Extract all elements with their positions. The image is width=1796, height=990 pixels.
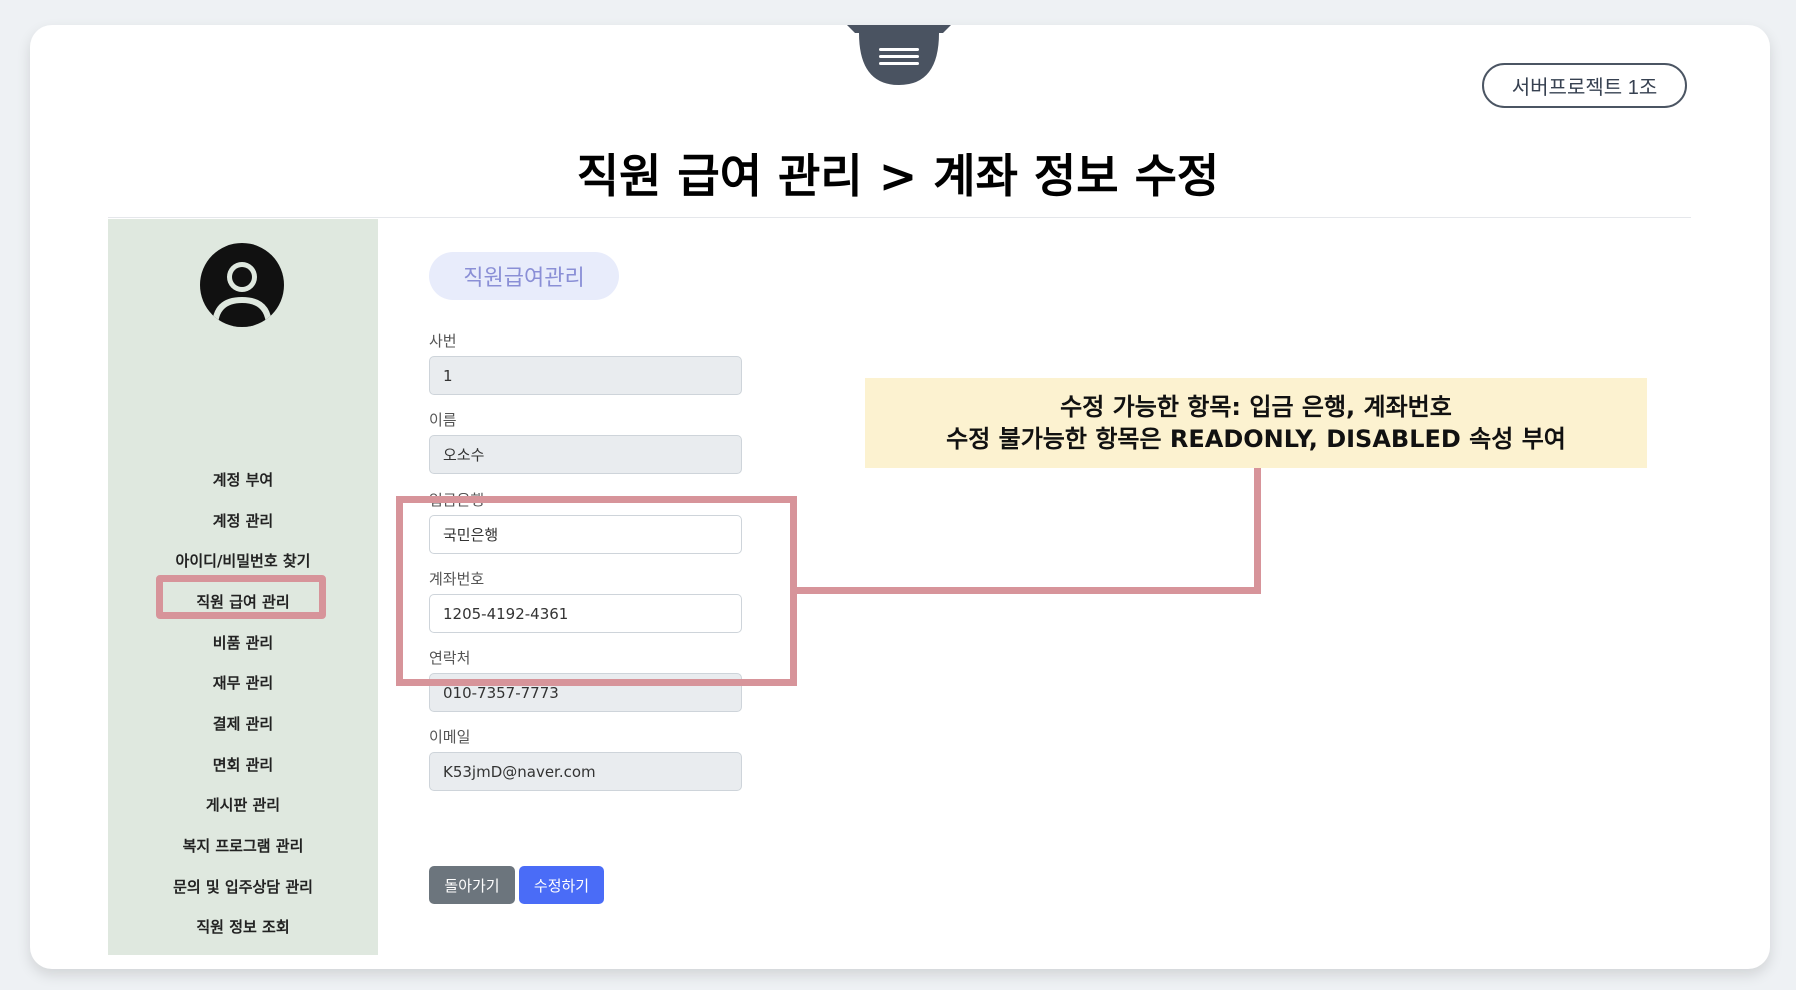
annotation-line-1: 수정 가능한 항목: 입금 은행, 계좌번호: [1060, 393, 1452, 421]
contact-field[interactable]: [429, 673, 742, 712]
sidebar-item-account-grant[interactable]: 계정 부여: [108, 459, 378, 500]
bank-label: 입금은행: [429, 491, 485, 509]
sidebar-item-supplies[interactable]: 비품 관리: [108, 622, 378, 663]
sidebar-item-find-id-password[interactable]: 아이디/비밀번호 찾기: [108, 540, 378, 581]
callout-connector-vertical: [1254, 467, 1261, 594]
sidebar: 계정 부여 계정 관리 아이디/비밀번호 찾기 직원 급여 관리 비품 관리 재…: [108, 219, 378, 955]
sidebar-item-staff-info[interactable]: 직원 정보 조회: [108, 907, 378, 948]
sidebar-item-board[interactable]: 게시판 관리: [108, 785, 378, 826]
sidebar-item-payment[interactable]: 결제 관리: [108, 703, 378, 744]
user-avatar-icon: [200, 243, 284, 327]
callout-connector: [797, 587, 1261, 594]
project-badge: 서버프로젝트 1조: [1482, 63, 1687, 108]
emp-no-field[interactable]: [429, 356, 742, 395]
submit-button[interactable]: 수정하기: [519, 866, 604, 904]
title-divider: [108, 217, 1691, 218]
contact-label: 연락처: [429, 649, 471, 667]
account-field[interactable]: [429, 594, 742, 633]
sidebar-item-visit[interactable]: 면회 관리: [108, 744, 378, 785]
sidebar-item-welfare[interactable]: 복지 프로그램 관리: [108, 825, 378, 866]
page-title: 직원 급여 관리 > 계좌 정보 수정: [576, 149, 1220, 203]
email-label: 이메일: [429, 728, 471, 746]
account-label: 계좌번호: [429, 570, 485, 588]
sidebar-menu: 계정 부여 계정 관리 아이디/비밀번호 찾기 직원 급여 관리 비품 관리 재…: [108, 459, 378, 947]
sidebar-item-finance[interactable]: 재무 관리: [108, 662, 378, 703]
name-field[interactable]: [429, 435, 742, 474]
bank-field[interactable]: [429, 515, 742, 554]
sidebar-item-inquiry[interactable]: 문의 및 입주상담 관리: [108, 866, 378, 907]
annotation-note: 수정 가능한 항목: 입금 은행, 계좌번호 수정 불가능한 항목은 READO…: [865, 378, 1647, 468]
back-button[interactable]: 돌아가기: [429, 866, 515, 904]
annotation-line-2: 수정 불가능한 항목은 READONLY, DISABLED 속성 부여: [946, 425, 1566, 453]
email-field[interactable]: [429, 752, 742, 791]
name-label: 이름: [429, 411, 457, 429]
menu-toggle[interactable]: [847, 25, 951, 87]
section-pill: 직원급여관리: [429, 252, 619, 300]
sidebar-item-account-manage[interactable]: 계정 관리: [108, 500, 378, 541]
hamburger-icon: [847, 25, 951, 85]
emp-no-label: 사번: [429, 332, 457, 350]
sidebar-item-payroll[interactable]: 직원 급여 관리: [108, 581, 378, 622]
